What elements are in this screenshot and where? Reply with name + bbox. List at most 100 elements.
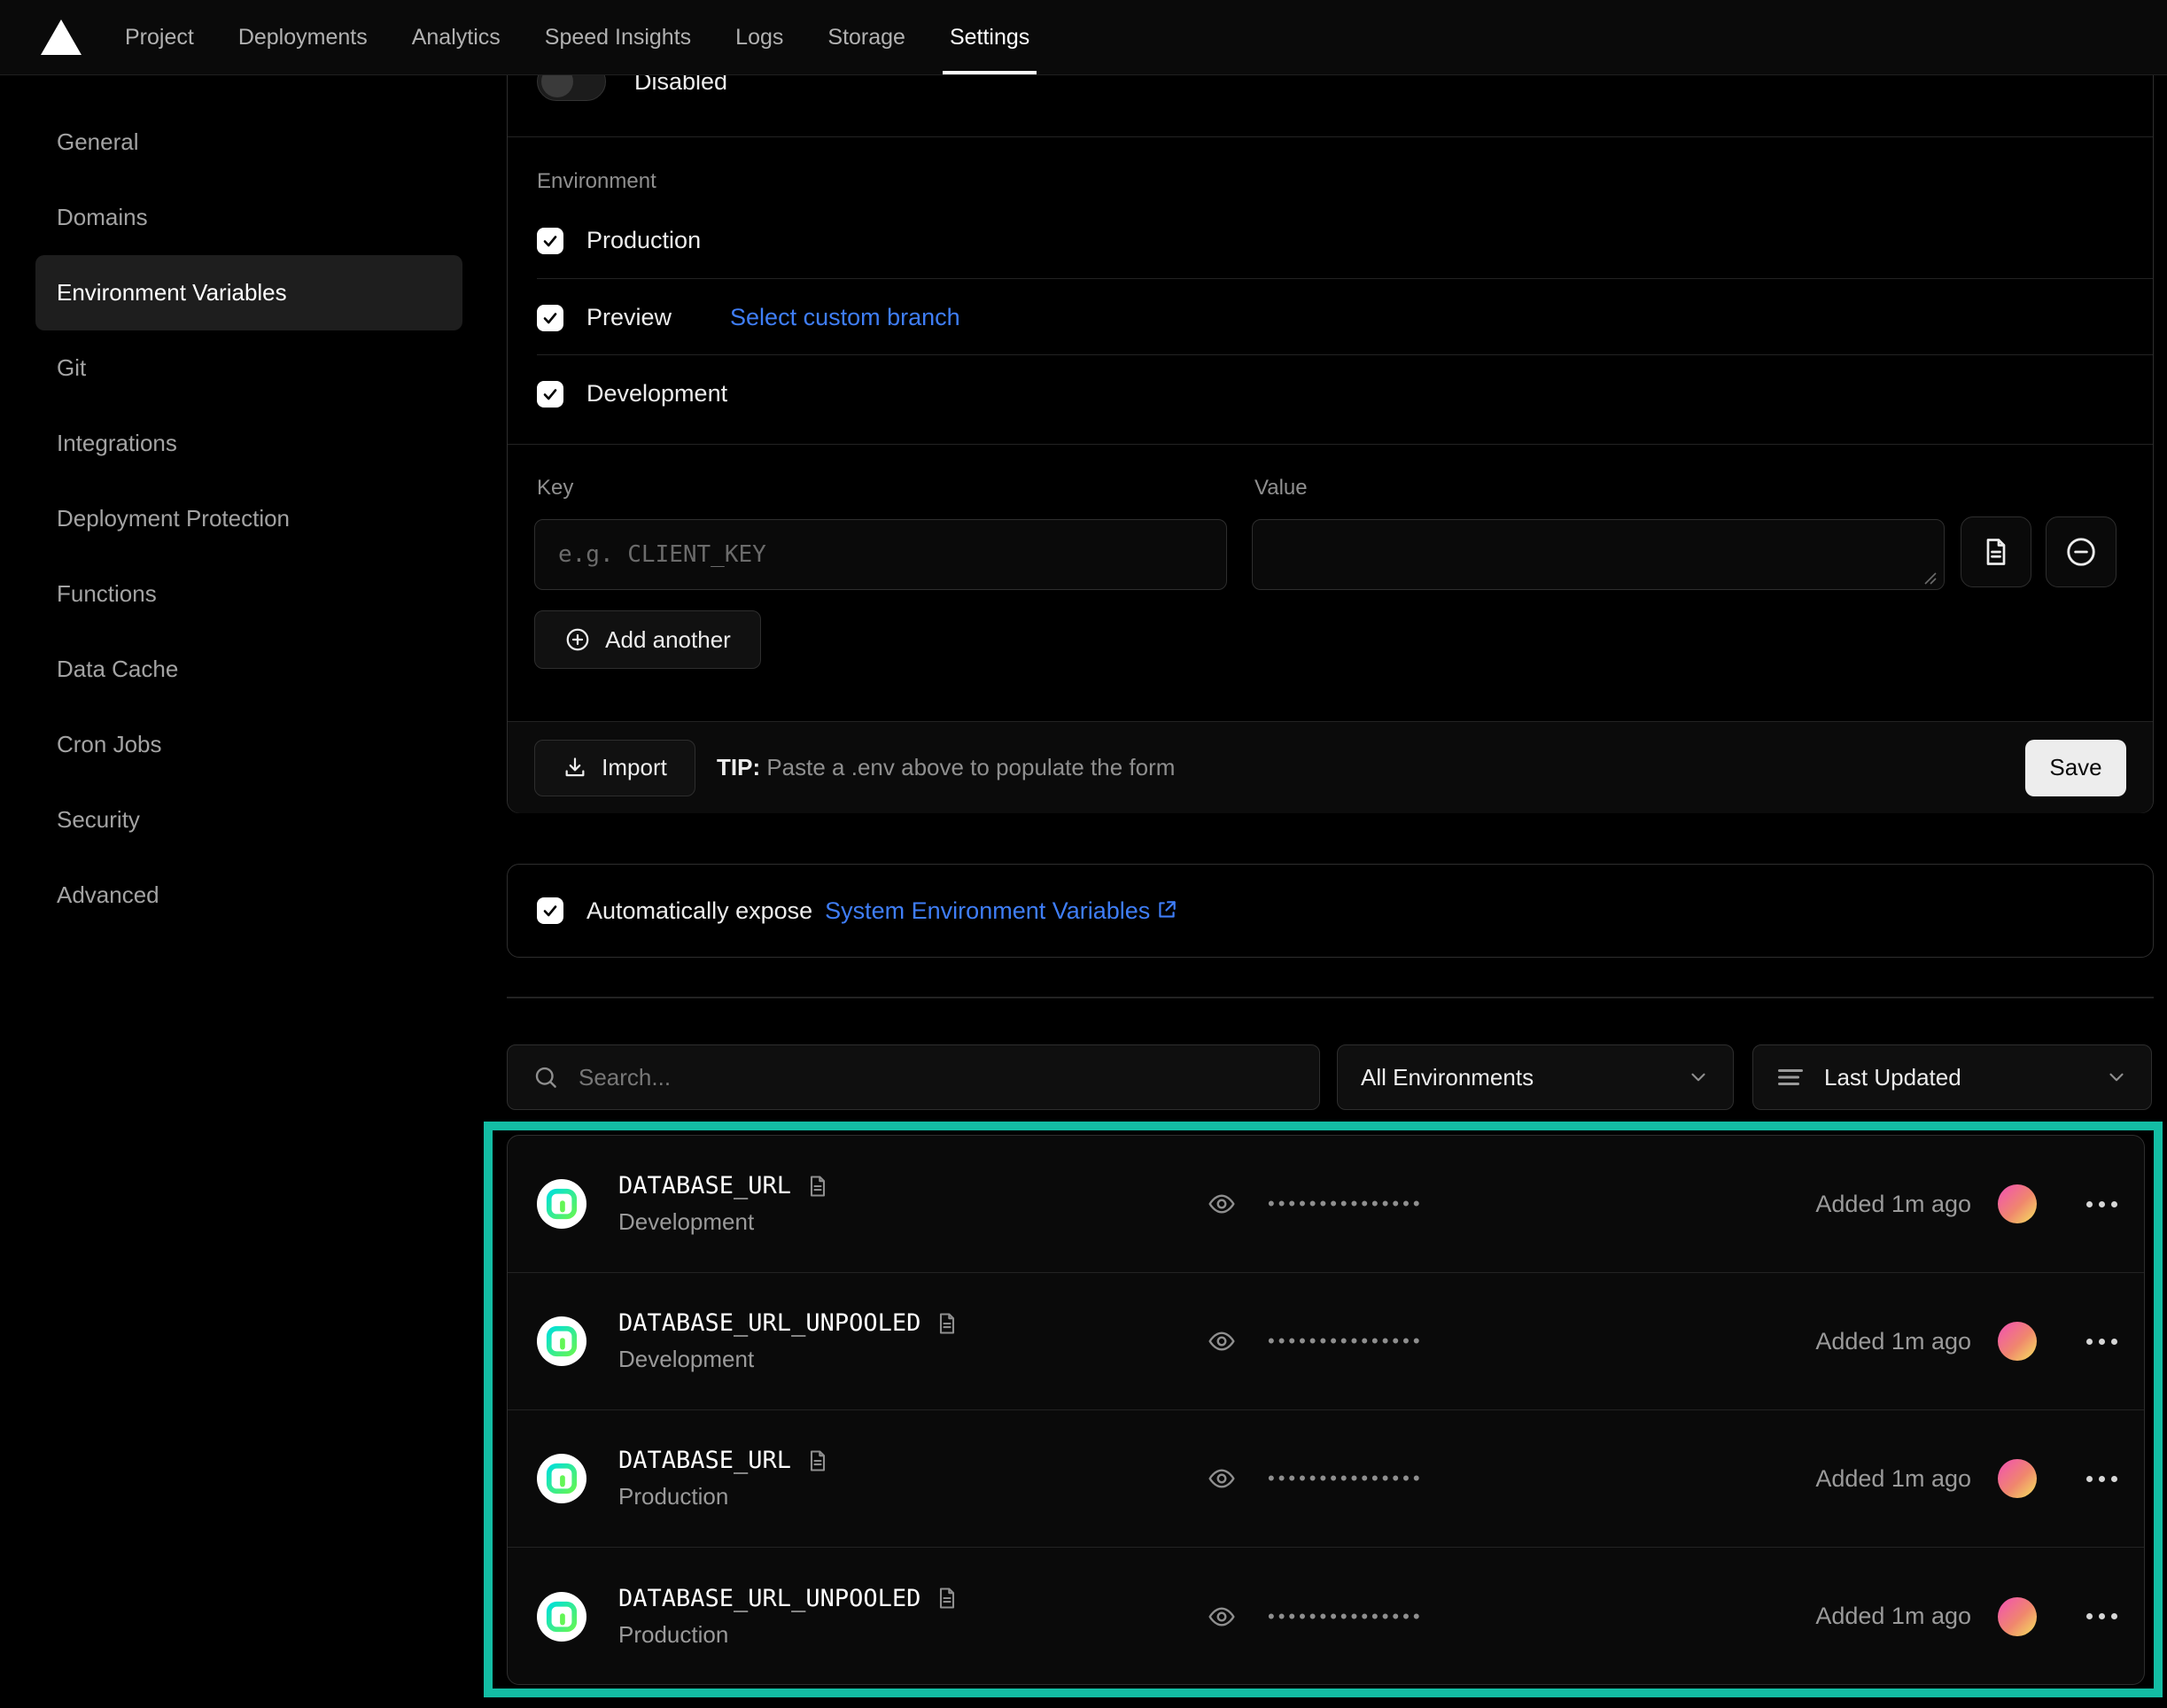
nav-tab-speed-insights[interactable]: Speed Insights bbox=[523, 0, 713, 74]
value-input[interactable] bbox=[1252, 519, 1945, 590]
production-label: Production bbox=[586, 227, 701, 254]
paste-env-button[interactable] bbox=[1961, 516, 2031, 587]
sidebar-item-cron-jobs[interactable]: Cron Jobs bbox=[35, 707, 462, 782]
environment-production-row: Production bbox=[537, 227, 701, 254]
sidebar-item-domains[interactable]: Domains bbox=[35, 180, 462, 255]
environment-section-label: Environment bbox=[537, 169, 656, 194]
env-var-key: DATABASE_URL_UNPOOLED bbox=[618, 1309, 920, 1337]
nav-tab-project[interactable]: Project bbox=[103, 0, 216, 74]
eye-icon[interactable] bbox=[1208, 1603, 1236, 1631]
env-var-list: DATABASE_URL Development •••••••••••••••… bbox=[507, 1135, 2145, 1685]
env-var-key: DATABASE_URL bbox=[618, 1172, 791, 1199]
env-var-secret: ••••••••••••••• bbox=[1208, 1603, 1424, 1631]
save-button[interactable]: Save bbox=[2025, 740, 2126, 796]
sidebar-item-advanced[interactable]: Advanced bbox=[35, 858, 462, 933]
env-var-form-card: Disabled Environment Production Preview … bbox=[507, 0, 2154, 813]
row-menu-button[interactable] bbox=[2086, 1339, 2117, 1345]
sort-value: Last Updated bbox=[1824, 1064, 2105, 1091]
neon-integration-icon bbox=[537, 1316, 586, 1366]
search-input[interactable] bbox=[579, 1064, 1270, 1091]
auto-expose-label: Automatically expose bbox=[586, 897, 812, 925]
sidebar-item-general[interactable]: General bbox=[35, 105, 462, 180]
note-icon[interactable] bbox=[805, 1448, 830, 1473]
masked-value: ••••••••••••••• bbox=[1268, 1467, 1424, 1490]
environment-preview-row: Preview Select custom branch bbox=[537, 304, 960, 331]
tip-label: TIP: bbox=[717, 754, 760, 780]
remove-row-button[interactable] bbox=[2046, 516, 2117, 587]
nav-tab-deployments[interactable]: Deployments bbox=[216, 0, 390, 74]
sort-icon bbox=[1776, 1064, 1806, 1091]
development-label: Development bbox=[586, 380, 727, 408]
env-var-environment: Production bbox=[618, 1621, 959, 1649]
auto-expose-checkbox[interactable] bbox=[537, 897, 563, 924]
neon-integration-icon bbox=[537, 1592, 586, 1642]
import-button[interactable]: Import bbox=[534, 740, 695, 796]
chevron-down-icon bbox=[1687, 1066, 1710, 1089]
row-menu-button[interactable] bbox=[2086, 1613, 2117, 1619]
masked-value: ••••••••••••••• bbox=[1268, 1330, 1424, 1353]
chevron-down-icon bbox=[2105, 1066, 2128, 1089]
divider bbox=[508, 136, 2153, 137]
production-checkbox[interactable] bbox=[537, 228, 563, 254]
added-timestamp: Added 1m ago bbox=[1815, 1191, 1971, 1218]
env-var-secret: ••••••••••••••• bbox=[1208, 1464, 1424, 1493]
tip-text: TIP: Paste a .env above to populate the … bbox=[717, 754, 1175, 781]
paste-document-icon bbox=[1980, 536, 2012, 568]
eye-icon[interactable] bbox=[1208, 1190, 1236, 1218]
masked-value: ••••••••••••••• bbox=[1268, 1192, 1424, 1215]
development-checkbox[interactable] bbox=[537, 381, 563, 408]
settings-sidebar: General Domains Environment Variables Gi… bbox=[35, 105, 462, 933]
env-var-row[interactable]: DATABASE_URL Development •••••••••••••••… bbox=[508, 1136, 2144, 1273]
sidebar-item-environment-variables[interactable]: Environment Variables bbox=[35, 255, 462, 330]
nav-tabs: Project Deployments Analytics Speed Insi… bbox=[103, 0, 1052, 74]
divider bbox=[508, 444, 2153, 445]
sidebar-item-git[interactable]: Git bbox=[35, 330, 462, 406]
system-env-variables-link[interactable]: System Environment Variables bbox=[825, 897, 1178, 925]
add-another-button[interactable]: Add another bbox=[534, 610, 761, 669]
environment-filter-value: All Environments bbox=[1361, 1064, 1534, 1091]
divider bbox=[507, 997, 2154, 998]
eye-icon[interactable] bbox=[1208, 1327, 1236, 1355]
vercel-project-settings-screen: Project Deployments Analytics Speed Insi… bbox=[0, 0, 2167, 1708]
note-icon[interactable] bbox=[935, 1586, 959, 1611]
row-menu-button[interactable] bbox=[2086, 1476, 2117, 1482]
note-icon[interactable] bbox=[935, 1311, 959, 1336]
env-var-text: DATABASE_URL_UNPOOLED Production bbox=[618, 1585, 959, 1649]
avatar bbox=[1998, 1322, 2037, 1361]
download-icon bbox=[563, 756, 587, 780]
avatar bbox=[1998, 1597, 2037, 1636]
environment-filter-dropdown[interactable]: All Environments bbox=[1337, 1044, 1734, 1110]
sidebar-item-functions[interactable]: Functions bbox=[35, 556, 462, 632]
sidebar-item-integrations[interactable]: Integrations bbox=[35, 406, 462, 481]
env-var-row[interactable]: DATABASE_URL_UNPOOLED Production •••••••… bbox=[508, 1548, 2144, 1685]
sidebar-item-security[interactable]: Security bbox=[35, 782, 462, 858]
env-var-row[interactable]: DATABASE_URL_UNPOOLED Development ••••••… bbox=[508, 1273, 2144, 1410]
key-input[interactable] bbox=[534, 519, 1227, 590]
minus-circle-icon bbox=[2064, 535, 2098, 569]
eye-icon[interactable] bbox=[1208, 1464, 1236, 1493]
vercel-logo-icon[interactable] bbox=[41, 19, 87, 55]
form-footer: Import TIP: Paste a .env above to popula… bbox=[508, 721, 2153, 813]
nav-tab-logs[interactable]: Logs bbox=[713, 0, 805, 74]
note-icon[interactable] bbox=[805, 1174, 830, 1199]
env-var-environment: Development bbox=[618, 1208, 830, 1236]
sort-dropdown[interactable]: Last Updated bbox=[1752, 1044, 2152, 1110]
nav-tab-analytics[interactable]: Analytics bbox=[390, 0, 523, 74]
masked-value: ••••••••••••••• bbox=[1268, 1605, 1424, 1628]
external-link-icon bbox=[1155, 898, 1178, 921]
nav-tab-settings[interactable]: Settings bbox=[928, 0, 1052, 74]
plus-circle-icon bbox=[564, 626, 591, 653]
env-var-environment: Production bbox=[618, 1483, 830, 1510]
check-icon bbox=[541, 385, 559, 403]
nav-tab-storage[interactable]: Storage bbox=[805, 0, 928, 74]
preview-checkbox[interactable] bbox=[537, 305, 563, 331]
neon-integration-icon bbox=[537, 1179, 586, 1229]
sidebar-item-deployment-protection[interactable]: Deployment Protection bbox=[35, 481, 462, 556]
sidebar-item-data-cache[interactable]: Data Cache bbox=[35, 632, 462, 707]
env-var-meta: Added 1m ago bbox=[1815, 1322, 2117, 1361]
select-custom-branch-link[interactable]: Select custom branch bbox=[730, 304, 960, 331]
row-menu-button[interactable] bbox=[2086, 1201, 2117, 1207]
env-var-row[interactable]: DATABASE_URL Production ••••••••••••••• … bbox=[508, 1410, 2144, 1548]
top-nav: Project Deployments Analytics Speed Insi… bbox=[0, 0, 2167, 75]
key-label: Key bbox=[537, 476, 573, 501]
